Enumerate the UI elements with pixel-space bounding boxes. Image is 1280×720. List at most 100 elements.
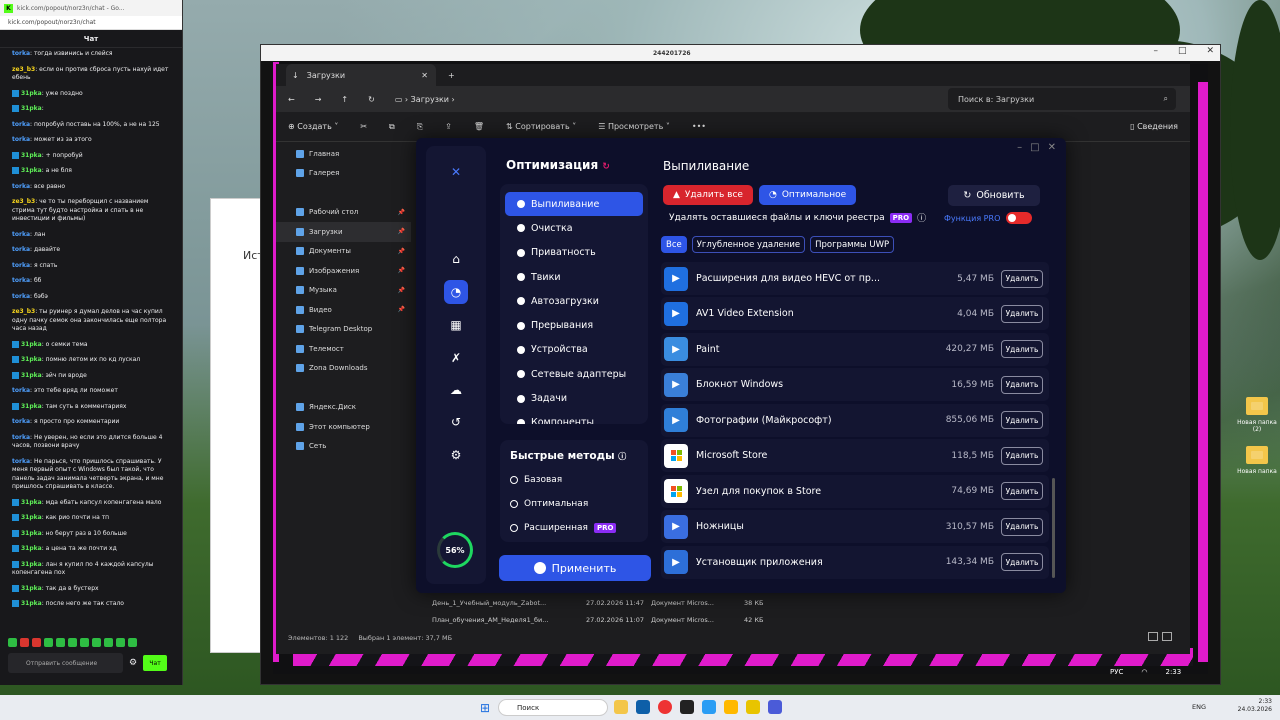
sidebar-item[interactable]: Документы 📌 [276,242,411,262]
delete-button[interactable]: Удалить [1001,304,1043,323]
chat-username[interactable]: ze3_b3 [12,308,35,315]
list-view-icon[interactable] [1148,632,1158,641]
menu-item[interactable]: Очистка [505,216,643,240]
chat-username[interactable]: torka [12,387,30,394]
delete-button[interactable]: Удалить [1001,482,1043,501]
file-row[interactable]: День_1_Учебный_модуль_Zabot... 27.02.2026… [426,594,763,612]
chat-send-button[interactable]: Чат [143,655,168,671]
emote-icon[interactable] [20,638,29,647]
filter-uwp[interactable]: Программы UWP [810,236,895,253]
emote-icon[interactable] [128,638,137,647]
history-icon[interactable]: ↺ [444,410,468,434]
explorer-icon[interactable] [614,700,628,714]
apps-icon[interactable]: ▦ [444,313,468,337]
up-icon[interactable]: ↑ [341,95,348,104]
emote-icon[interactable] [44,638,53,647]
details-button[interactable]: ▯ Сведения [1130,122,1178,131]
app-icon[interactable] [724,700,738,714]
chat-username[interactable]: 31pka [21,499,42,506]
app-icon[interactable] [768,700,782,714]
chat-username[interactable]: 31pka [21,372,42,379]
rename-icon[interactable]: ⎘ [417,122,423,132]
app-icon[interactable] [746,700,760,714]
create-button[interactable]: ⊕ Создать ˅ [288,122,338,131]
chat-username[interactable]: 31pka [21,105,42,112]
menu-item[interactable]: Задачи [505,386,643,410]
chat-username[interactable]: 31pka [21,514,42,521]
chat-username[interactable]: torka [12,293,30,300]
sidebar-item[interactable]: Телемост [276,339,411,359]
delete-all-button[interactable]: ▲ Удалить все [663,185,753,205]
sidebar-item[interactable]: Этот компьютер [276,417,411,437]
chat-username[interactable]: torka [12,121,30,128]
chat-address-bar[interactable]: kick.com/popout/norz3n/chat [0,16,182,30]
sidebar-item[interactable]: Загрузки 📌 [276,222,411,242]
quick-option-optimal[interactable]: Оптимальная [500,492,648,516]
chat-username[interactable]: torka [12,50,30,57]
chat-username[interactable]: 31pka [21,403,42,410]
search-input[interactable]: Поиск в: Загрузки ⌕ [948,88,1176,110]
breadcrumb[interactable]: ▭ › Загрузки › [395,95,455,104]
chat-username[interactable]: torka [12,458,30,465]
chat-input[interactable]: Отправить сообщение [8,653,123,673]
menu-item[interactable]: Автозагрузки [505,289,643,313]
emote-icon[interactable] [68,638,77,647]
chat-username[interactable]: 31pka [21,167,42,174]
refresh-icon[interactable]: ↻ [368,95,375,104]
filter-all[interactable]: Все [661,236,687,253]
chat-username[interactable]: torka [12,183,30,190]
chat-username[interactable]: ze3_b3 [12,66,35,73]
minimize-icon[interactable]: – [1153,46,1158,56]
desktop-folder-icon[interactable]: Новая папка (2) [1232,397,1280,433]
chat-username[interactable]: 31pka [21,530,42,537]
chat-username[interactable]: 31pka [21,90,42,97]
sidebar-item[interactable]: Сеть [276,437,411,457]
emote-icon[interactable] [8,638,17,647]
file-row[interactable]: План_обучения_АМ_Неделя1_би... 27.02.2026… [426,612,763,630]
minimize-icon[interactable]: – [1017,142,1022,153]
delete-button[interactable]: Удалить [1001,553,1043,571]
chat-username[interactable]: 31pka [21,545,42,552]
cloud-icon[interactable]: ☁ [444,378,468,402]
gear-icon[interactable]: ⚙ [129,658,137,668]
menu-item[interactable]: Прерывания [505,313,643,337]
sidebar-item[interactable]: Яндекс.Диск [276,398,411,418]
pin-icon[interactable]: 📌 [398,248,405,255]
taskbar-search[interactable]: Поиск [498,699,608,716]
sidebar-item[interactable]: Главная [276,144,411,164]
chat-username[interactable]: torka [12,136,30,143]
sidebar-item[interactable]: Видео 📌 [276,300,411,320]
refresh-button[interactable]: ↻ Обновить [948,185,1040,206]
pro-toggle[interactable] [1006,212,1033,224]
windows-start-icon[interactable]: ⊞ [480,701,490,715]
delete-button[interactable]: Удалить [1001,340,1043,359]
close-tab-icon[interactable]: ✕ [421,71,428,80]
copy-icon[interactable]: ⧉ [389,122,395,132]
filter-deep-delete[interactable]: Углубленное удаление [691,236,806,253]
sort-button[interactable]: ⇅ Сортировать ˅ [506,122,576,131]
delete-button[interactable]: Удалить [1001,517,1043,536]
tile-view-icon[interactable] [1162,632,1172,641]
chat-username[interactable]: 31pka [21,356,42,363]
chat-username[interactable]: torka [12,262,30,269]
sidebar-item[interactable]: Галерея [276,164,411,184]
chat-username[interactable]: ze3_b3 [12,198,35,205]
pin-icon[interactable]: 📌 [398,228,405,235]
sidebar-item[interactable] [276,378,411,398]
menu-item[interactable]: Выпиливание [505,192,643,217]
apply-button[interactable]: Применить [499,555,651,581]
chat-username[interactable]: torka [12,277,30,284]
chrome-icon[interactable] [658,700,672,714]
sidebar-item[interactable]: Zona Downloads [276,359,411,379]
menu-item[interactable]: Устройства [505,338,643,362]
sidebar-item[interactable]: Музыка 📌 [276,281,411,301]
tab-downloads[interactable]: ↓ Загрузки ✕ [286,64,436,86]
forward-icon[interactable]: → [315,95,322,104]
speed-icon[interactable]: ◔ [444,280,468,304]
delete-button[interactable]: Удалить [1001,411,1043,430]
close-icon[interactable]: ✕ [1048,142,1056,153]
menu-item[interactable]: Твики [505,265,643,289]
pin-icon[interactable]: 📌 [398,267,405,274]
sidebar-item[interactable]: Рабочий стол 📌 [276,203,411,223]
desktop-folder-icon[interactable]: Новая папка [1232,446,1280,475]
